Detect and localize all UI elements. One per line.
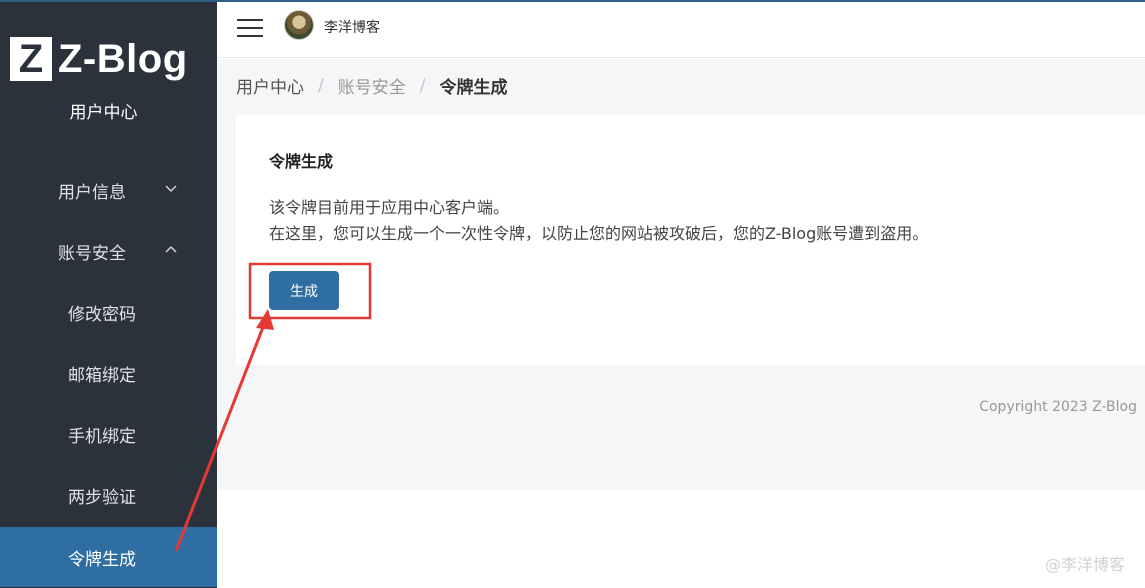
sidebar-title: 用户中心 — [69, 103, 138, 123]
sidebar-item-label: 用户信息 — [58, 182, 126, 203]
breadcrumb: 用户中心 / 账号安全 / 令牌生成 — [236, 73, 508, 99]
sidebar-item-label: 令牌生成 — [68, 549, 136, 570]
card-description: 该令牌目前用于应用中心客户端。 在这里，您可以生成一个一次性令牌，以防止您的网站… — [269, 195, 928, 247]
logo-text: Z-Blog — [58, 37, 188, 81]
sidebar-item-change-password[interactable]: 修改密码 — [0, 282, 217, 342]
breadcrumb-separator: / — [318, 75, 324, 96]
breadcrumb-separator: / — [419, 75, 426, 96]
site-name[interactable]: 李洋博客 — [324, 17, 380, 37]
breadcrumb-current: 令牌生成 — [439, 78, 508, 98]
menu-toggle-icon[interactable] — [237, 19, 263, 39]
main-content: 用户中心 / 账号安全 / 令牌生成 令牌生成 该令牌目前用于应用中心客户端。 … — [217, 59, 1145, 588]
chevron-up-icon — [165, 245, 177, 253]
logo-mark: Z — [10, 37, 52, 81]
sidebar-item-label: 邮箱绑定 — [68, 365, 136, 386]
sidebar-item-label: 账号安全 — [58, 243, 126, 264]
avatar[interactable] — [284, 10, 314, 40]
sidebar-item-email-binding[interactable]: 邮箱绑定 — [0, 343, 217, 403]
copyright-text: Copyright 2023 Z-Blog — [979, 399, 1137, 415]
logo[interactable]: Z Z-Blog — [10, 36, 188, 82]
sidebar-item-account-security[interactable]: 账号安全 — [0, 221, 217, 281]
watermark-text: @李洋博客 — [1044, 555, 1125, 574]
sidebar-item-phone-binding[interactable]: 手机绑定 — [0, 404, 217, 464]
top-header: 李洋博客 — [217, 2, 1145, 58]
description-line: 该令牌目前用于应用中心客户端。 — [269, 198, 510, 217]
sidebar-item-label: 修改密码 — [68, 304, 136, 325]
generate-button[interactable]: 生成 — [269, 271, 339, 310]
token-card: 令牌生成 该令牌目前用于应用中心客户端。 在这里，您可以生成一个一次性令牌，以防… — [236, 115, 1145, 365]
sidebar-item-two-step[interactable]: 两步验证 — [0, 465, 217, 525]
breadcrumb-root[interactable]: 用户中心 — [236, 73, 304, 98]
sidebar-item-label: 两步验证 — [68, 487, 136, 508]
sidebar-item-token-generation[interactable]: 令牌生成 — [0, 527, 217, 587]
sidebar: Z Z-Blog 用户中心 用户信息 账号安全 修改密码 邮箱绑定 手机绑定 两… — [0, 2, 217, 588]
card-title: 令牌生成 — [269, 152, 334, 171]
breadcrumb-section[interactable]: 账号安全 — [338, 73, 406, 98]
sidebar-item-label: 手机绑定 — [68, 426, 136, 447]
footer-area — [217, 490, 1145, 588]
description-line: 在这里，您可以生成一个一次性令牌，以防止您的网站被攻破后，您的Z-Blog账号遭… — [269, 224, 929, 243]
sidebar-item-user-info[interactable]: 用户信息 — [0, 160, 217, 220]
chevron-down-icon — [165, 185, 177, 193]
